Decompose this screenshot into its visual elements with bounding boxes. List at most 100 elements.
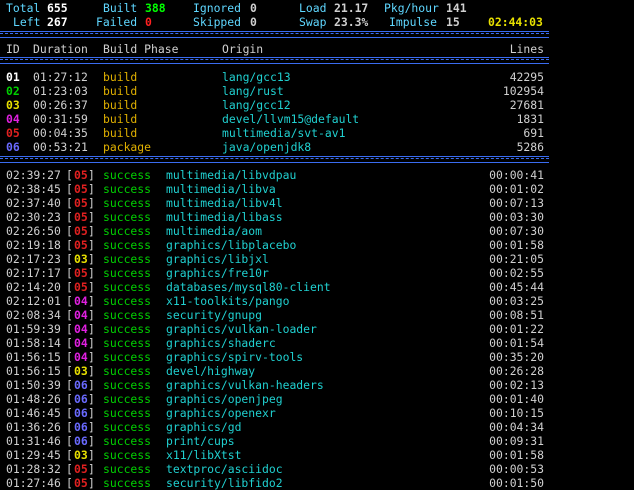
- summary-label: Left: [13, 15, 41, 29]
- log-bracket-close: ]: [88, 434, 95, 448]
- summary-label: Pkg/hour: [384, 1, 439, 15]
- log-time: 01:56:15: [6, 350, 61, 364]
- column-lines: Lines: [509, 42, 544, 56]
- builder-origin: devel/llvm15@default: [222, 112, 360, 126]
- log-time: 01:46:45: [6, 406, 61, 420]
- log-origin: multimedia/aom: [166, 224, 263, 238]
- column-duration: Duration: [33, 42, 88, 56]
- builder-duration: 00:04:35: [33, 126, 88, 140]
- log-time: 01:36:26: [6, 420, 61, 434]
- log-status: success: [103, 364, 152, 378]
- log-status: success: [103, 168, 152, 182]
- log-duration: 00:26:28: [489, 364, 544, 378]
- log-bracket-open: [: [66, 406, 73, 420]
- log-duration: 00:01:50: [489, 476, 544, 490]
- log-time: 02:17:23: [6, 252, 61, 266]
- log-bracket-close: ]: [88, 280, 95, 294]
- log-bracket-close: ]: [88, 336, 95, 350]
- log-time: 01:50:39: [6, 378, 61, 392]
- builder-lines: 5286: [516, 140, 544, 154]
- log-duration: 00:21:05: [489, 252, 544, 266]
- builder-phase: build: [103, 84, 138, 98]
- builder-duration: 01:23:03: [33, 84, 88, 98]
- log-origin: graphics/vulkan-loader: [166, 322, 317, 336]
- log-status: success: [103, 182, 152, 196]
- builder-phase: package: [103, 140, 152, 154]
- log-bracket-close: ]: [88, 322, 95, 336]
- summary-value: 0: [250, 1, 257, 15]
- log-origin: security/gnupg: [166, 308, 263, 322]
- log-builder-id: 05: [74, 462, 88, 476]
- summary-value: 21.17: [334, 1, 369, 15]
- log-builder-id: 06: [74, 406, 88, 420]
- log-builder-id: 03: [74, 252, 88, 266]
- log-time: 02:30:23: [6, 210, 61, 224]
- log-duration: 00:02:13: [489, 378, 544, 392]
- summary-value: 388: [145, 1, 166, 15]
- log-builder-id: 05: [74, 210, 88, 224]
- log-time: 01:58:14: [6, 336, 61, 350]
- log-duration: 00:07:30: [489, 224, 544, 238]
- log-builder-id: 05: [74, 266, 88, 280]
- log-status: success: [103, 434, 152, 448]
- log-time: 01:27:46: [6, 476, 61, 490]
- log-status: success: [103, 308, 152, 322]
- log-bracket-open: [: [66, 392, 73, 406]
- log-status: success: [103, 294, 152, 308]
- log-bracket-open: [: [66, 434, 73, 448]
- log-duration: 00:08:51: [489, 308, 544, 322]
- builder-origin: lang/gcc13: [222, 70, 291, 84]
- summary-label: Ignored: [193, 1, 242, 15]
- log-origin: graphics/shaderc: [166, 336, 276, 350]
- summary-label: Total: [6, 1, 41, 15]
- log-bracket-open: [: [66, 196, 73, 210]
- log-duration: 00:00:53: [489, 462, 544, 476]
- log-time: 01:56:15: [6, 364, 61, 378]
- log-duration: 00:01:58: [489, 238, 544, 252]
- log-bracket-open: [: [66, 308, 73, 322]
- log-bracket-open: [: [66, 238, 73, 252]
- builder-duration: 00:53:21: [33, 140, 88, 154]
- log-duration: 00:10:15: [489, 406, 544, 420]
- log-bracket-close: ]: [88, 252, 95, 266]
- log-bracket-open: [: [66, 462, 73, 476]
- log-bracket-open: [: [66, 224, 73, 238]
- log-time: 02:26:50: [6, 224, 61, 238]
- elapsed-time: 02:44:03: [488, 15, 543, 29]
- log-status: success: [103, 210, 152, 224]
- builder-id: 06: [6, 140, 20, 154]
- builder-lines: 42295: [509, 70, 544, 84]
- log-origin: graphics/spirv-tools: [166, 350, 304, 364]
- log-time: 01:48:26: [6, 392, 61, 406]
- log-duration: 00:01:58: [489, 448, 544, 462]
- log-bracket-close: ]: [88, 406, 95, 420]
- log-duration: 00:04:34: [489, 420, 544, 434]
- log-time: 02:14:20: [6, 280, 61, 294]
- log-builder-id: 05: [74, 280, 88, 294]
- log-bracket-open: [: [66, 280, 73, 294]
- log-bracket-open: [: [66, 350, 73, 364]
- log-status: success: [103, 336, 152, 350]
- log-status: success: [103, 266, 152, 280]
- log-duration: 00:02:55: [489, 266, 544, 280]
- summary-label: Failed: [96, 15, 138, 29]
- log-duration: 00:01:02: [489, 182, 544, 196]
- summary-value: 267: [47, 15, 68, 29]
- summary-value: 15: [446, 15, 460, 29]
- log-status: success: [103, 378, 152, 392]
- log-bracket-open: [: [66, 294, 73, 308]
- log-status: success: [103, 280, 152, 294]
- log-builder-id: 03: [74, 448, 88, 462]
- log-origin: multimedia/libvdpau: [166, 168, 297, 182]
- column-build-phase: Build Phase: [103, 42, 179, 56]
- log-builder-id: 06: [74, 434, 88, 448]
- log-origin: textproc/asciidoc: [166, 462, 283, 476]
- log-bracket-close: ]: [88, 476, 95, 490]
- log-builder-id: 05: [74, 182, 88, 196]
- builder-id: 03: [6, 98, 20, 112]
- log-bracket-open: [: [66, 266, 73, 280]
- log-origin: graphics/openjpeg: [166, 392, 283, 406]
- log-bracket-open: [: [66, 252, 73, 266]
- summary-label: Built: [103, 1, 138, 15]
- separator-log: [0, 156, 549, 163]
